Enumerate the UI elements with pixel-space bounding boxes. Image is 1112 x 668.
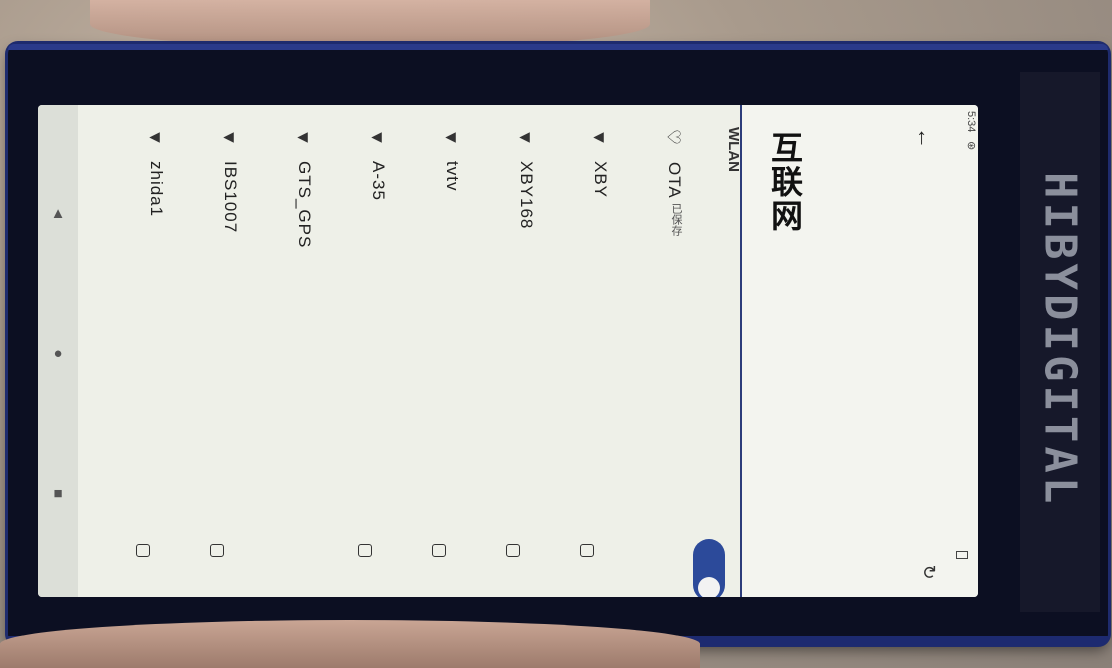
wifi-signal-icon: ▼ — [145, 127, 166, 148]
network-row-tvtv[interactable]: ▼ tvtv — [416, 105, 462, 597]
finger-top — [90, 0, 650, 48]
battery-icon — [956, 551, 968, 559]
network-name: IBS1007 — [221, 161, 240, 234]
wlan-toggle[interactable] — [693, 539, 725, 597]
lock-icon — [210, 544, 224, 557]
finger-bottom — [0, 620, 700, 668]
nav-recent-icon[interactable]: ■ — [48, 483, 68, 503]
network-name: tvtv — [443, 161, 462, 192]
navigation-bar: ▲ ● ■ — [38, 105, 78, 597]
lock-icon — [136, 544, 150, 557]
screen: ▲ ● ■ ♡ OTA 已保存 ▼ XBY ▼ XBY168 ▼ tvtv ▼ … — [38, 105, 978, 597]
lock-icon — [580, 544, 594, 557]
back-arrow-icon[interactable]: ← — [913, 127, 938, 149]
page-title: 互联网 — [767, 131, 803, 233]
lock-icon — [506, 544, 520, 557]
network-name: XBY — [591, 161, 610, 199]
device-edge-top — [8, 44, 1108, 50]
network-name: GTS_GPS — [295, 161, 314, 249]
network-row-xby168[interactable]: ▼ XBY168 — [490, 105, 536, 597]
wifi-signal-icon: ▼ — [219, 127, 240, 148]
network-row-ota[interactable]: ♡ OTA 已保存 — [638, 105, 685, 597]
wifi-signal-icon: ▼ — [293, 127, 314, 148]
network-name: A-35 — [369, 161, 388, 201]
refresh-icon[interactable]: ↻ — [918, 561, 940, 583]
toggle-knob — [698, 577, 720, 597]
network-row-xby[interactable]: ▼ XBY — [564, 105, 610, 597]
network-name: OTA — [665, 162, 684, 199]
wlan-row[interactable]: WLAN — [692, 105, 742, 597]
network-name: zhida1 — [147, 161, 166, 218]
status-bar: 5:34 ⊛ — [950, 105, 978, 597]
wifi-outline-icon: ♡ — [662, 127, 684, 148]
network-row-gts-gps[interactable]: ▼ GTS_GPS — [268, 105, 315, 597]
wifi-signal-icon: ▼ — [367, 127, 388, 148]
lock-icon — [358, 544, 372, 557]
nav-back-icon[interactable]: ▲ — [48, 203, 68, 223]
network-row-zhida1[interactable]: ▼ zhida1 — [120, 105, 166, 597]
network-row-a35[interactable]: ▼ A-35 — [342, 105, 388, 597]
network-name: XBY168 — [517, 161, 536, 230]
network-row-ibs1007[interactable]: ▼ IBS1007 — [194, 105, 240, 597]
wifi-signal-icon: ▼ — [515, 127, 536, 148]
lock-icon — [432, 544, 446, 557]
status-time: 5:34 — [965, 111, 977, 133]
network-status: 已保存 — [670, 202, 682, 236]
brand-logo: HIBYDIGITAL — [1034, 172, 1086, 508]
nav-home-icon[interactable]: ● — [48, 343, 68, 363]
wifi-signal-icon: ▼ — [589, 127, 610, 148]
wifi-network-list: ♡ OTA 已保存 ▼ XBY ▼ XBY168 ▼ tvtv ▼ A-35 ▼… — [78, 105, 742, 597]
wifi-signal-icon: ▼ — [441, 127, 462, 148]
status-extra-icon: ⊛ — [965, 141, 977, 151]
